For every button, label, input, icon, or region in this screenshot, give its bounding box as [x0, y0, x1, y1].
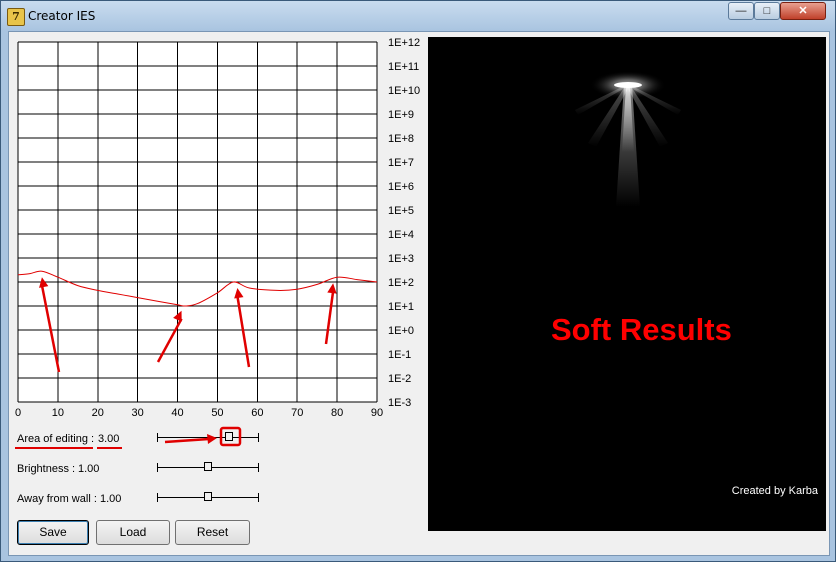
brightness-slider-thumb[interactable]	[204, 462, 212, 471]
ies-app-icon: 7	[7, 8, 25, 26]
load-button[interactable]: Load	[96, 520, 170, 545]
away-from-wall-slider[interactable]	[157, 492, 259, 504]
x-tick-label: 10	[52, 407, 64, 419]
y-tick-label: 1E+1	[388, 301, 414, 313]
window-title: Creator IES	[28, 9, 96, 23]
light-beam-image	[575, 71, 681, 207]
y-tick-label: 1E-2	[388, 373, 411, 385]
close-icon: ✕	[798, 5, 808, 17]
y-tick-label: 1E-1	[388, 349, 411, 361]
y-tick-label: 1E+5	[388, 205, 414, 217]
brightness-slider[interactable]	[157, 462, 259, 474]
intensity-graph[interactable]: 1E+121E+111E+101E+91E+81E+71E+61E+51E+41…	[9, 32, 428, 452]
y-tick-label: 1E-3	[388, 397, 411, 409]
slider-annotation	[164, 426, 242, 447]
minimize-icon: —	[735, 5, 747, 17]
minimize-button[interactable]: —	[728, 2, 754, 20]
x-tick-label: 60	[251, 407, 263, 419]
soft-results-annotation: Soft Results	[551, 312, 732, 347]
y-tick-label: 1E+6	[388, 181, 414, 193]
x-tick-label: 80	[331, 407, 343, 419]
app-window: 7 Creator IES — □ ✕ 1E+12 1E+11 1E+10 1E+9 1…	[0, 0, 836, 562]
y-tick-label: 1E+12	[388, 37, 420, 49]
y-tick-label: 1E+8	[388, 133, 414, 145]
y-tick-label: 1E+3	[388, 253, 414, 265]
brightness-value: 1.00	[78, 463, 100, 475]
away-from-wall-label: Away from wall :	[17, 493, 97, 505]
y-tick-label: 1E+4	[388, 229, 414, 241]
x-tick-label: 90	[371, 407, 383, 419]
x-tick-labels: 0 10 20 30 40 50 60 70 80 90	[15, 407, 383, 419]
title-bar[interactable]: 7 Creator IES — □ ✕	[1, 1, 835, 31]
credit-text: Created by Karba	[731, 485, 818, 497]
y-tick-label: 1E+9	[388, 109, 414, 121]
brightness-label: Brightness :	[17, 463, 76, 475]
away-from-wall-value: 1.00	[100, 493, 122, 505]
x-tick-label: 50	[211, 407, 223, 419]
reset-button[interactable]: Reset	[175, 520, 250, 545]
x-tick-label: 20	[92, 407, 104, 419]
area-of-editing-label: Area of editing :	[17, 433, 95, 445]
background-toolbar-ghost	[251, 5, 671, 25]
y-tick-label: 1E+10	[388, 85, 420, 97]
x-tick-label: 70	[291, 407, 303, 419]
x-tick-label: 40	[171, 407, 183, 419]
value-underline-annotation	[97, 447, 122, 449]
maximize-icon: □	[763, 5, 771, 17]
x-tick-label: 0	[15, 407, 21, 419]
away-from-wall-slider-thumb[interactable]	[204, 492, 212, 501]
maximize-button[interactable]: □	[754, 2, 780, 20]
y-tick-label: 1E+11	[388, 61, 419, 73]
x-tick-label: 30	[132, 407, 144, 419]
graph-plot-area[interactable]	[18, 42, 377, 402]
y-tick-label: 1E+2	[388, 277, 414, 289]
save-button[interactable]: Save	[17, 520, 89, 545]
light-preview: Soft Results Created by Karba	[428, 37, 826, 531]
client-area: 1E+12 1E+11 1E+10 1E+9 1E+8 1E+7 1E+6 1E+5 1E+4 1…	[8, 31, 830, 556]
area-of-editing-value: 3.00	[98, 433, 120, 445]
close-button[interactable]: ✕	[780, 2, 826, 20]
y-tick-label: 1E+0	[388, 325, 414, 337]
label-underline-annotation	[15, 447, 93, 449]
y-tick-labels: 1E+12 1E+11 1E+10 1E+9 1E+8 1E+7 1E+6 1E+5 1E+4 1…	[388, 37, 420, 409]
y-tick-label: 1E+7	[388, 157, 414, 169]
